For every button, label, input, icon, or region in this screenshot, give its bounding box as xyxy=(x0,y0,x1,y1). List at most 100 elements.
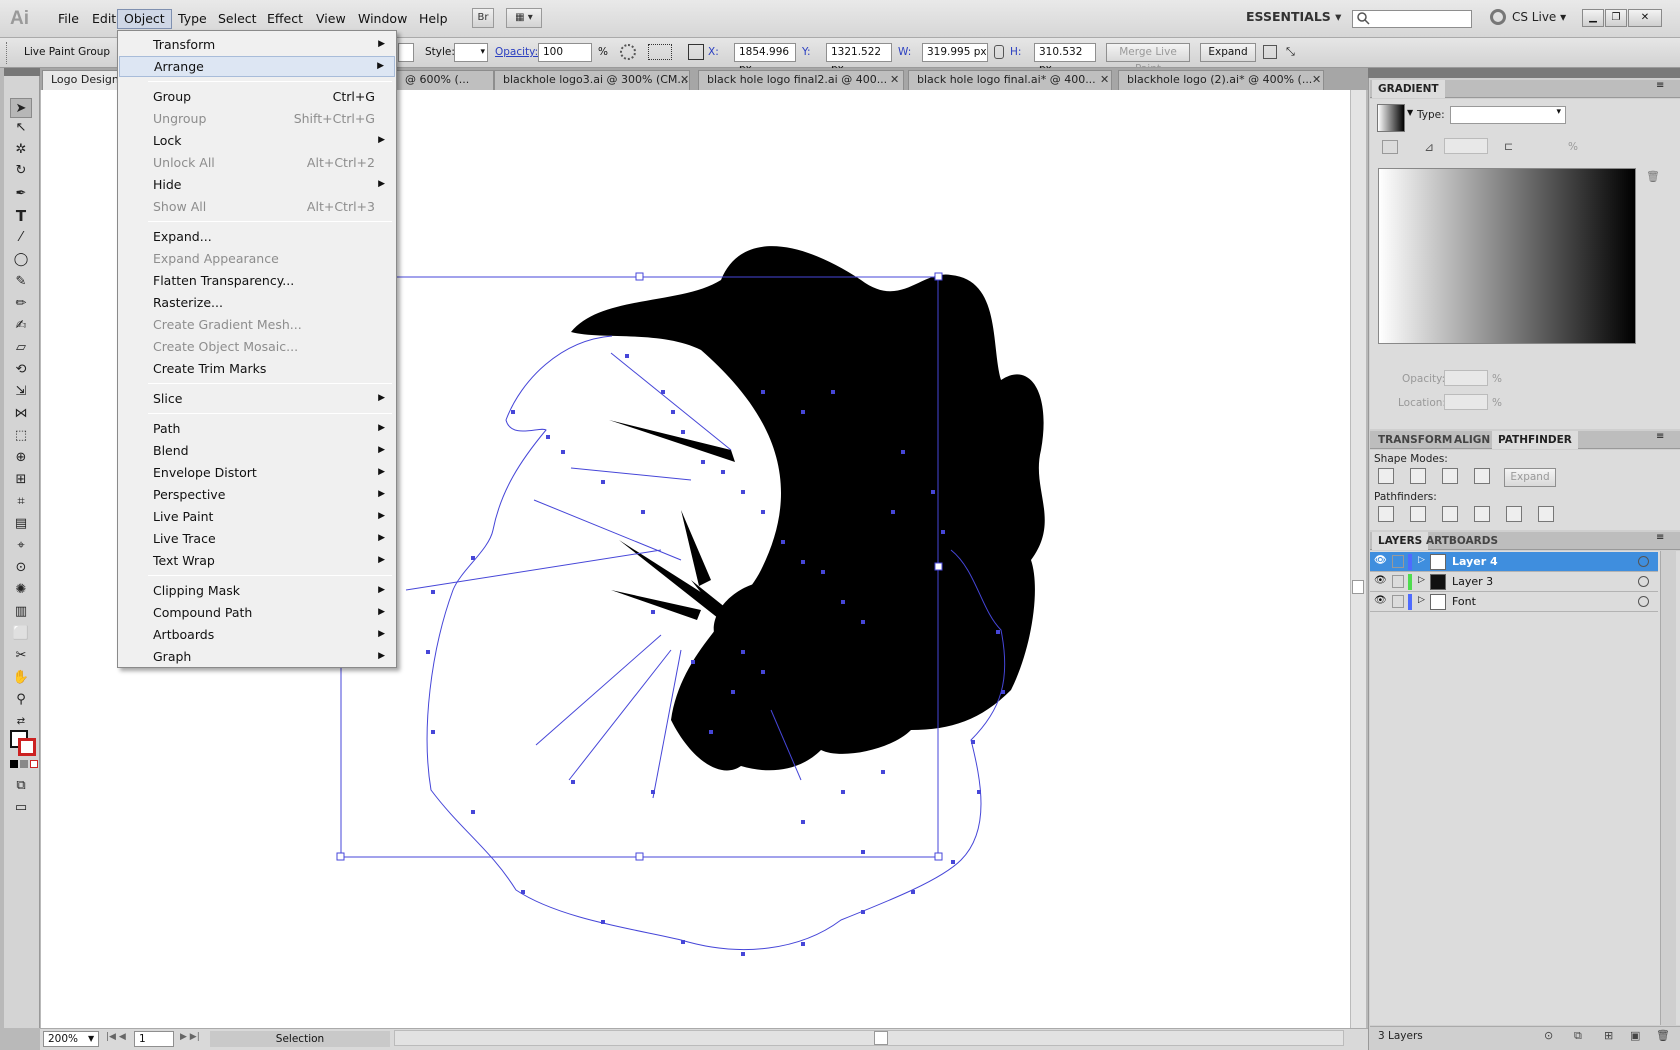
reverse-gradient-icon[interactable] xyxy=(1382,140,1398,154)
gradient-opacity-input[interactable] xyxy=(1444,370,1488,386)
trash-icon[interactable]: 🗑 xyxy=(1646,170,1660,183)
horizontal-scroll-thumb[interactable] xyxy=(874,1031,888,1045)
merge-live-paint-button[interactable]: Merge Live Paint xyxy=(1106,43,1190,75)
free-transform-tool-icon[interactable]: ⬚ xyxy=(10,426,32,446)
panel-menu-icon[interactable]: ≡ xyxy=(1656,431,1664,442)
maximize-button[interactable]: ❐ xyxy=(1605,9,1627,27)
menu-window[interactable]: Window xyxy=(352,9,413,29)
trim-icon[interactable] xyxy=(1410,506,1426,522)
artboard-input[interactable]: 1 xyxy=(134,1031,174,1047)
eye-icon[interactable]: 👁 xyxy=(1374,555,1387,566)
tab-pathfinder[interactable]: PATHFINDER xyxy=(1492,431,1578,449)
blob-brush-tool-icon[interactable]: ✍ xyxy=(10,316,32,336)
symbol-sprayer-tool-icon[interactable]: ✺ xyxy=(10,580,32,600)
pen-tool-icon[interactable]: ✒ xyxy=(10,184,32,204)
paintbrush-tool-icon[interactable]: ✎ xyxy=(10,272,32,292)
menu-item-clipping-mask[interactable]: Clipping Mask ▶ xyxy=(119,580,395,601)
slice-tool-icon[interactable]: ✂ xyxy=(10,646,32,666)
blend-tool-icon[interactable]: ⊙ xyxy=(10,558,32,578)
expand-arrow-icon[interactable]: ▷ xyxy=(1418,595,1425,605)
first-artboard-icon[interactable]: |◀ ◀ xyxy=(106,1032,126,1042)
menu-item-unlock-all[interactable]: Unlock All Alt+Ctrl+2 xyxy=(119,152,395,173)
menu-effect[interactable]: Effect xyxy=(261,9,309,29)
swap-colors-icon[interactable]: ⇄ xyxy=(10,712,32,732)
menu-item-create-gradient-mesh[interactable]: Create Gradient Mesh... xyxy=(119,314,395,335)
menu-item-ungroup[interactable]: Ungroup Shift+Ctrl+G xyxy=(119,108,395,129)
opacity-link[interactable]: Opacity: xyxy=(495,46,538,58)
chevron-down-icon[interactable]: ▼ xyxy=(1407,108,1413,117)
menu-type[interactable]: Type xyxy=(172,9,213,29)
divide-icon[interactable] xyxy=(1378,506,1394,522)
y-input[interactable]: 1321.522 px xyxy=(826,43,892,75)
none-mode-icon[interactable] xyxy=(30,760,38,768)
gradient-preview[interactable] xyxy=(1378,168,1636,344)
ellipse-tool-icon[interactable]: ◯ xyxy=(10,250,32,270)
eye-icon[interactable]: 👁 xyxy=(1374,575,1387,586)
arrange-documents-button[interactable]: ▦ ▾ xyxy=(506,8,542,28)
cslive-menu[interactable]: CS Live ▾ xyxy=(1512,10,1566,24)
tab-black-hole-logo-final2[interactable]: black hole logo final2.ai @ 400... xyxy=(698,70,904,90)
line-segment-tool-icon[interactable]: ⁄ xyxy=(10,228,32,248)
menu-item-expand-appearance[interactable]: Expand Appearance xyxy=(119,248,395,269)
search-input[interactable] xyxy=(1352,10,1472,28)
tab-blackhole-logo-2[interactable]: blackhole logo (2).ai* @ 400% (... xyxy=(1118,70,1324,90)
column-graph-tool-icon[interactable]: ▥ xyxy=(10,602,32,622)
gradient-type-dropdown[interactable]: ▾ xyxy=(1450,106,1566,124)
menu-item-create-object-mosaic[interactable]: Create Object Mosaic... xyxy=(119,336,395,357)
layers-scrollbar[interactable] xyxy=(1660,551,1676,1025)
menu-item-group[interactable]: Group Ctrl+G xyxy=(119,86,395,107)
menu-item-rasterize[interactable]: Rasterize... xyxy=(119,292,395,313)
gradient-tool-icon[interactable]: ▤ xyxy=(10,514,32,534)
color-mode-icon[interactable] xyxy=(10,760,18,768)
pencil-tool-icon[interactable]: ✏ xyxy=(10,294,32,314)
opacity-input[interactable]: 100 xyxy=(538,43,592,62)
lock-toggle[interactable] xyxy=(1392,555,1404,568)
menu-help[interactable]: Help xyxy=(413,9,454,29)
menu-item-blend[interactable]: Blend ▶ xyxy=(119,440,395,461)
artboard-tool-icon[interactable]: ⬜ xyxy=(10,624,32,644)
tab-black-hole-logo-final[interactable]: black hole logo final.ai* @ 400... xyxy=(908,70,1112,90)
gradient-mode-icon[interactable] xyxy=(20,760,28,768)
magic-wand-tool-icon[interactable]: ✲ xyxy=(10,140,32,160)
menu-item-transform[interactable]: Transform ▶ xyxy=(119,34,395,55)
hand-tool-icon[interactable]: ✋ xyxy=(10,668,32,688)
minimize-button[interactable]: ▁ xyxy=(1582,9,1604,27)
stroke-color-swatch[interactable] xyxy=(18,738,36,756)
layer-name[interactable]: Layer 3 xyxy=(1452,575,1493,588)
new-sublayer-icon[interactable]: ⊞ xyxy=(1604,1029,1613,1042)
unite-icon[interactable] xyxy=(1378,468,1394,484)
workspace-switcher[interactable]: ESSENTIALS ▾ xyxy=(1246,9,1341,24)
outline-icon[interactable] xyxy=(1506,506,1522,522)
lock-toggle[interactable] xyxy=(1392,575,1404,588)
menu-item-live-paint[interactable]: Live Paint ▶ xyxy=(119,506,395,527)
tab-document-2[interactable]: @ 600% (... xyxy=(396,70,494,90)
panel-menu-icon[interactable]: ≡ xyxy=(1656,80,1664,91)
menu-item-lock[interactable]: Lock ▶ xyxy=(119,130,395,151)
control-bar-grip[interactable] xyxy=(6,42,9,64)
tab-align[interactable]: ALIGN xyxy=(1448,431,1496,449)
tools-panel-header[interactable] xyxy=(4,68,40,76)
menu-item-graph[interactable]: Graph ▶ xyxy=(119,646,395,667)
perspective-grid-tool-icon[interactable]: ⊞ xyxy=(10,470,32,490)
layer-row[interactable]: 👁 ▷ Layer 4 xyxy=(1370,552,1658,572)
vertical-scroll-thumb[interactable] xyxy=(1352,580,1364,594)
selection-tool-icon[interactable]: ➤ xyxy=(10,98,32,118)
menu-item-show-all[interactable]: Show All Alt+Ctrl+3 xyxy=(119,196,395,217)
menu-item-live-trace[interactable]: Live Trace ▶ xyxy=(119,528,395,549)
minus-front-icon[interactable] xyxy=(1410,468,1426,484)
close-icon[interactable]: ✕ xyxy=(680,73,689,86)
menu-item-expand[interactable]: Expand... xyxy=(119,226,395,247)
x-input[interactable]: 1854.996 px xyxy=(734,43,796,75)
expand-arrow-icon[interactable]: ▷ xyxy=(1418,575,1425,585)
dock-header[interactable] xyxy=(1368,68,1680,78)
menu-item-artboards[interactable]: Artboards ▶ xyxy=(119,624,395,645)
zoom-tool-icon[interactable]: ⚲ xyxy=(10,690,32,710)
chevron-down-icon[interactable]: ▼ xyxy=(88,1034,94,1043)
expand-button[interactable]: Expand xyxy=(1200,43,1256,62)
recolor-icon[interactable] xyxy=(620,44,636,60)
type-tool-icon[interactable]: T xyxy=(10,206,32,226)
eye-icon[interactable]: 👁 xyxy=(1374,595,1387,606)
bridge-button[interactable]: Br xyxy=(472,8,494,28)
h-input[interactable]: 310.532 px xyxy=(1034,43,1096,75)
vertical-scrollbar[interactable] xyxy=(1350,90,1366,1028)
